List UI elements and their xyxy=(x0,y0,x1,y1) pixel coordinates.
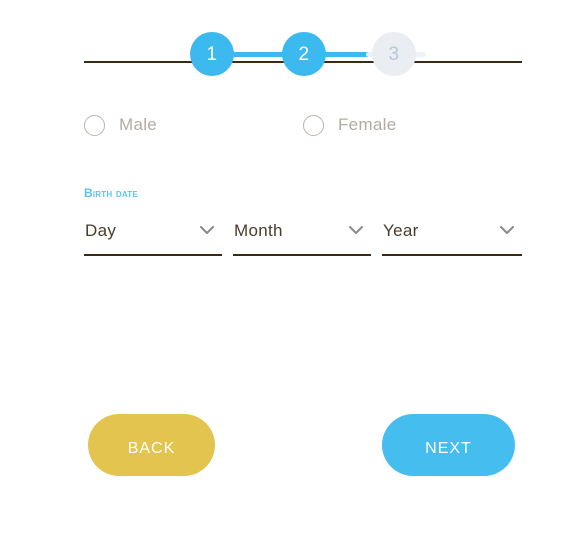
stepper-step-3[interactable]: 3 xyxy=(372,32,416,76)
year-select-value: Year xyxy=(383,221,419,240)
radio-circle-icon[interactable] xyxy=(84,114,105,136)
birth-date-label: Birth date xyxy=(84,186,138,200)
radio-option-male[interactable]: Male xyxy=(84,111,157,139)
gender-radio-group: Male Female xyxy=(84,111,522,139)
signup-wizard-step-2: 1 2 3 Male Female Birth date Day Month Y… xyxy=(0,0,574,534)
chevron-down-icon[interactable] xyxy=(349,226,363,235)
radio-circle-icon[interactable] xyxy=(303,114,324,136)
radio-option-female[interactable]: Female xyxy=(303,111,397,139)
back-button[interactable]: Back xyxy=(88,414,215,476)
stepper-step-2-number: 2 xyxy=(298,43,310,65)
chevron-down-icon[interactable] xyxy=(200,226,214,235)
chevron-down-icon[interactable] xyxy=(500,226,514,235)
radio-label-male: Male xyxy=(119,115,158,134)
month-select[interactable]: Month xyxy=(233,212,371,256)
progress-stepper: 1 2 3 xyxy=(84,32,522,80)
stepper-step-2[interactable]: 2 xyxy=(282,32,326,76)
birth-date-fields: Day Month Year xyxy=(84,212,522,260)
day-select[interactable]: Day xyxy=(84,212,222,256)
next-button[interactable]: Next xyxy=(382,414,515,476)
radio-label-female: Female xyxy=(338,115,397,134)
month-select-value: Month xyxy=(234,221,283,240)
year-select[interactable]: Year xyxy=(382,212,522,256)
stepper-step-1[interactable]: 1 xyxy=(190,32,234,76)
day-select-value: Day xyxy=(85,221,117,240)
stepper-step-3-number: 3 xyxy=(388,43,400,65)
stepper-step-1-number: 1 xyxy=(206,43,218,65)
